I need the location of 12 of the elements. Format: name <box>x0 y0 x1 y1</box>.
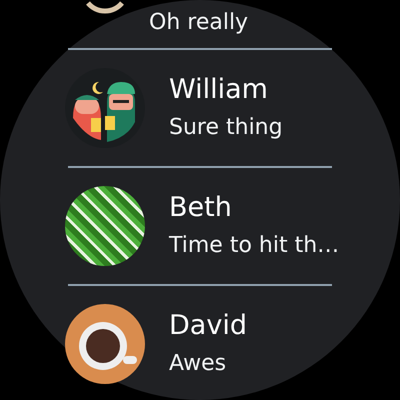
message-preview: Oh really <box>149 9 248 37</box>
coffee-cup-icon <box>65 304 145 384</box>
conversation-item[interactable]: William Sure thing <box>0 50 400 166</box>
conversation-item[interactable]: David Awes <box>0 286 400 400</box>
conversation-item[interactable]: Beth Time to hit th… <box>0 168 400 284</box>
contact-name: David <box>169 309 247 343</box>
message-preview: Sure thing <box>169 114 283 142</box>
message-preview: Awes <box>169 350 228 378</box>
contact-name: Beth <box>169 191 233 225</box>
contact-name: William <box>169 73 269 107</box>
conversation-item[interactable]: Oh really <box>0 0 400 48</box>
message-preview: Time to hit th… <box>169 232 340 260</box>
